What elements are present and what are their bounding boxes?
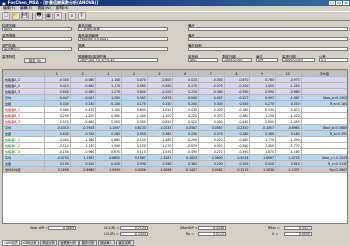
search-icon[interactable]: ⌕ <box>68 12 76 20</box>
maximize-button[interactable]: □ <box>336 0 342 6</box>
data-grid: 1 2 3 4 5 6 7 8 9 10 平均值 檢驗者A_1 -0.300 -0.080 1.140 0.… <box>2 69 348 224</box>
characteristic-button[interactable]: 設定 Ok <box>24 58 46 63</box>
xbardiff-value: 0.4446 <box>198 225 226 230</box>
chart-icon[interactable]: ▦ <box>44 12 53 20</box>
table-cell[interactable]: 0.0481 <box>198 166 225 173</box>
label-ucl: UCL(R) = <box>104 226 120 230</box>
dept-field[interactable]: 量測器中心 <box>2 47 72 52</box>
note-field[interactable] <box>188 47 348 52</box>
tab-grr-analysis[interactable]: GRR分析 <box>20 240 40 246</box>
minimize-button[interactable]: _ <box>329 0 335 6</box>
table-cell[interactable]: 0.1696 <box>44 166 71 173</box>
test-date-field[interactable]: 2009/03/07 <box>222 58 252 63</box>
close-icon[interactable]: ✕ <box>54 12 62 20</box>
xdiff-value: -0.0689 <box>48 225 76 230</box>
label-x2: X = <box>272 232 279 236</box>
toolbar-separator <box>31 12 33 20</box>
tab-graph-analysis[interactable]: 圖形分析 <box>79 240 97 246</box>
table-cell[interactable]: 1.2630 <box>249 166 276 173</box>
rbar-value: 0.3417 <box>284 225 312 230</box>
remark-2-field[interactable] <box>188 37 348 42</box>
row-label: 零件平均值 <box>3 166 46 173</box>
label-xbardiff: XBarDiff = <box>180 226 198 230</box>
tab-data-input[interactable]: 數據輸入 <box>97 240 116 246</box>
table-cell[interactable]: -1.1337 <box>274 166 302 173</box>
tab-report[interactable]: 報告說明 <box>115 240 134 246</box>
table-cell[interactable]: -1.0056 <box>146 166 174 173</box>
label-lcl: LCL(R) = <box>104 232 119 236</box>
tab-grr-chart[interactable]: GRR圖表 <box>2 240 21 246</box>
part-name-field[interactable]: 工具鋼件規格 <box>78 27 168 32</box>
toolbar: 🗋 📂 💾 🖶 ▦ ✕ ⌕ ? <box>0 11 350 21</box>
stats-panel: Xbar diff = -0.0689 UCL(R) = 0.7124 XBar… <box>2 224 348 239</box>
label-rp: Rp = <box>186 232 195 236</box>
label-xdiff: Xbar diff = <box>30 226 48 230</box>
gauge-no-field[interactable]: Position V.9.0001 <box>78 37 168 42</box>
remark-1-field[interactable] <box>188 27 348 32</box>
tab-data-analysis[interactable]: 數據分析 <box>39 240 58 246</box>
save-icon[interactable]: 💾 <box>21 12 29 20</box>
part-no-field[interactable]: A001 <box>2 27 72 32</box>
range-field[interactable]: 280*100 +0.5/+0.45 <box>78 58 158 63</box>
spec-field[interactable] <box>78 47 168 52</box>
app-icon: ▣ <box>2 0 6 6</box>
table-cell[interactable]: 1.0943 <box>95 166 123 173</box>
help-icon[interactable]: ? <box>77 12 86 20</box>
unit-field[interactable]: DH <box>256 58 278 63</box>
new-icon[interactable]: 🗋 <box>2 12 10 20</box>
label-rbar: RBar = <box>268 226 280 230</box>
rp-value: 3.5122 <box>198 231 226 236</box>
table-cell[interactable]: -0.3215 <box>223 166 251 173</box>
label-characteristic: 量測特性 <box>2 55 16 59</box>
table-cell[interactable]: -0.1407 <box>172 166 199 173</box>
close-button[interactable]: × <box>343 0 349 6</box>
lcl-value: -0.3444 <box>120 231 148 236</box>
table-cell[interactable]: 0.4456 <box>121 166 148 173</box>
header-form: 料號名稱 A001 產品名稱 工具鋼件規格 備註 量測規格 產品量測編號 Pos… <box>2 23 348 68</box>
ucl-value: 0.7124 <box>120 225 148 230</box>
meas-date-field[interactable]: 2009/03/09 <box>282 58 315 63</box>
manufacturer-field[interactable]: ABC <box>188 58 218 63</box>
table-row: 零件平均值 0.1696 -0.6980 1.0943 0.4456 -1.0056 -0.… <box>3 166 347 173</box>
toolbar-separator <box>64 12 66 20</box>
table-cell[interactable]: -0.6980 <box>69 166 97 173</box>
tolerance-field[interactable]: 0.3 <box>319 58 348 63</box>
print-icon[interactable]: 🖶 <box>35 12 43 20</box>
open-icon[interactable]: 📂 <box>11 12 20 20</box>
x2-value: 0.0000 <box>284 231 312 236</box>
tab-anova[interactable]: 變異數分析 <box>57 240 79 246</box>
gauge-name-field[interactable] <box>2 37 72 42</box>
table-cell[interactable]: Rp=2.3967 <box>300 166 347 173</box>
bottom-tabs: GRR圖表 GRR分析 數據分析 變異數分析 圖形分析 數據輸入 報告說明 <box>2 240 134 246</box>
